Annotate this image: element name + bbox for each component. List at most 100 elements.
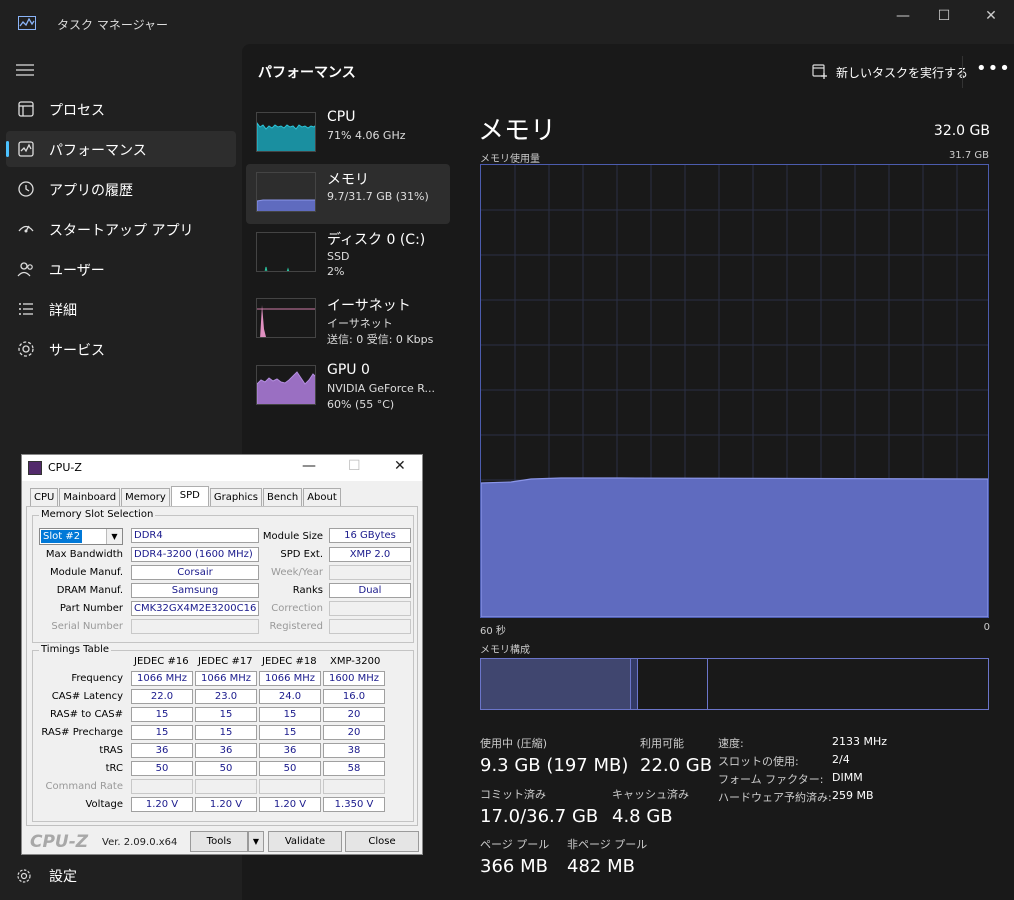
settings-label: 設定 (49, 869, 77, 885)
maximize-button[interactable]: ☐ (921, 6, 967, 28)
slot-select[interactable]: Slot #2 ▼ (39, 528, 123, 545)
close-cpuz-button[interactable]: Close (345, 831, 419, 852)
new-task-label: 新しいタスクを実行する (836, 65, 969, 80)
tab-spd[interactable]: SPD (170, 486, 209, 507)
memory-slot-group: Memory Slot Selection Slot #2 ▼ DDR4 Mod… (32, 509, 414, 643)
perf-item-cpu[interactable]: CPU 71% 4.06 GHz (246, 104, 450, 164)
ranks-field: Dual (329, 583, 411, 598)
perf-item-detail-2: 60% (55 °C) (327, 398, 395, 411)
sidebar-item-processes[interactable]: プロセス (6, 91, 236, 127)
services-icon (18, 341, 34, 357)
gpu-thumbnail (256, 365, 316, 405)
spd-ext-label: SPD Ext. (280, 549, 323, 560)
minimize-button[interactable]: — (880, 6, 926, 28)
ethernet-thumbnail (256, 298, 316, 338)
week-year-label: Week/Year (271, 567, 323, 578)
cpuz-maximize-button[interactable]: ☐ (348, 458, 361, 474)
cpuz-version: Ver. 2.09.0.x64 (102, 837, 178, 848)
tab-about[interactable]: About (303, 488, 341, 507)
available-label: 利用可能 (640, 737, 684, 750)
timing-cell: 15 (131, 707, 193, 722)
sidebar-item-label: 詳細 (49, 303, 77, 319)
timing-row-label: RAS# Precharge (41, 727, 123, 738)
part-number-field: CMK32GX4M2E3200C16 (131, 601, 259, 616)
sidebar-item-label: プロセス (49, 103, 105, 119)
sidebar-item-users[interactable]: ユーザー (6, 251, 236, 287)
timing-cell: 36 (195, 743, 257, 758)
perf-item-detail: 9.7/31.7 GB (31%) (327, 190, 429, 203)
perf-item-name: イーサネット (327, 298, 411, 314)
cpuz-minimize-button[interactable]: — (302, 458, 316, 474)
perf-item-disk[interactable]: ディスク 0 (C:) SSD 2% (246, 224, 450, 284)
memory-total: 32.0 GB (933, 123, 990, 139)
header-separator (962, 56, 963, 88)
spd-ext-field: XMP 2.0 (329, 547, 411, 562)
memory-usage-graph (480, 164, 989, 618)
tools-button[interactable]: Tools (190, 831, 248, 852)
timing-cell: 58 (323, 761, 385, 776)
new-task-button[interactable]: 新しいタスクを実行する (812, 60, 968, 84)
correction-field (329, 601, 411, 616)
perf-item-detail: NVIDIA GeForce R... (327, 382, 436, 395)
tab-mainboard[interactable]: Mainboard (59, 488, 121, 507)
column-header: JEDEC #17 (198, 656, 253, 667)
sidebar-item-startup[interactable]: スタートアップ アプリ (6, 211, 236, 247)
hamburger-menu-icon[interactable] (16, 64, 34, 76)
committed-label: コミット済み (480, 788, 546, 801)
validate-button[interactable]: Validate (268, 831, 342, 852)
settings-button[interactable]: 設定 (16, 866, 77, 886)
sidebar-item-details[interactable]: 詳細 (6, 291, 236, 327)
timing-row-label: RAS# to CAS# (49, 709, 123, 720)
cpuz-footer: CPU-Z Ver. 2.09.0.x64 Tools ▼ Validate C… (22, 827, 422, 855)
sidebar-item-services[interactable]: サービス (6, 331, 236, 367)
sidebar-item-performance[interactable]: パフォーマンス (6, 131, 236, 167)
tools-dropdown-icon[interactable]: ▼ (248, 831, 264, 852)
serial-number-field (131, 619, 259, 634)
timing-cell: 24.0 (259, 689, 321, 704)
cpuz-close-button[interactable]: ✕ (394, 458, 406, 474)
active-indicator (6, 141, 9, 157)
perf-item-detail: イーサネット (327, 317, 393, 330)
memory-usage-area (481, 477, 988, 617)
perf-item-gpu[interactable]: GPU 0 NVIDIA GeForce R... 60% (55 °C) (246, 357, 450, 417)
tab-cpu[interactable]: CPU (30, 488, 59, 507)
module-manuf-label: Module Manuf. (50, 567, 123, 578)
tab-bench[interactable]: Bench (263, 488, 303, 507)
memory-usage-chart (481, 165, 988, 617)
cpu-thumbnail (256, 112, 316, 152)
dram-manuf-label: DRAM Manuf. (56, 585, 123, 596)
sidebar-item-app-history[interactable]: アプリの履歴 (6, 171, 236, 207)
cpuz-title: CPU-Z (48, 461, 82, 474)
group-label: Memory Slot Selection (39, 509, 156, 520)
registered-field (329, 619, 411, 634)
perf-item-detail: 71% 4.06 GHz (327, 129, 406, 142)
timing-cell: 15 (195, 725, 257, 740)
timing-cell: 36 (131, 743, 193, 758)
timing-row-label: tRAS (99, 745, 123, 756)
max-bandwidth-label: Max Bandwidth (45, 549, 123, 560)
details-icon (19, 303, 33, 315)
timing-cell: 1.20 V (259, 797, 321, 812)
composition-in-use (481, 659, 631, 709)
timing-cell: 15 (131, 725, 193, 740)
close-button[interactable]: ✕ (968, 6, 1014, 28)
cpuz-brand-logo: CPU-Z (30, 832, 89, 852)
tab-graphics[interactable]: Graphics (209, 488, 263, 507)
memory-usage-max: 31.7 GB (948, 150, 989, 161)
perf-item-ethernet[interactable]: イーサネット イーサネット 送信: 0 受信: 0 Kbps (246, 290, 450, 350)
module-size-field: 16 GBytes (329, 528, 411, 543)
max-bandwidth-field: DDR4-3200 (1600 MHz) (131, 547, 259, 562)
processes-icon (18, 101, 34, 117)
timing-row-label: Voltage (85, 799, 123, 810)
column-header: JEDEC #18 (262, 656, 317, 667)
serial-number-label: Serial Number (51, 621, 123, 632)
tab-memory[interactable]: Memory (121, 488, 170, 507)
timing-row-label: Frequency (71, 673, 123, 684)
perf-item-memory[interactable]: メモリ 9.7/31.7 GB (31%) (246, 164, 450, 224)
form-factor-key: フォーム ファクター: (718, 773, 824, 786)
more-options-button[interactable]: ••• (976, 58, 1011, 79)
memory-type-field: DDR4 (131, 528, 259, 543)
graph-time-left: 60 秒 (480, 626, 506, 637)
in-use-value: 9.3 GB (197 MB) (480, 755, 629, 776)
column-header: XMP-3200 (330, 656, 381, 667)
